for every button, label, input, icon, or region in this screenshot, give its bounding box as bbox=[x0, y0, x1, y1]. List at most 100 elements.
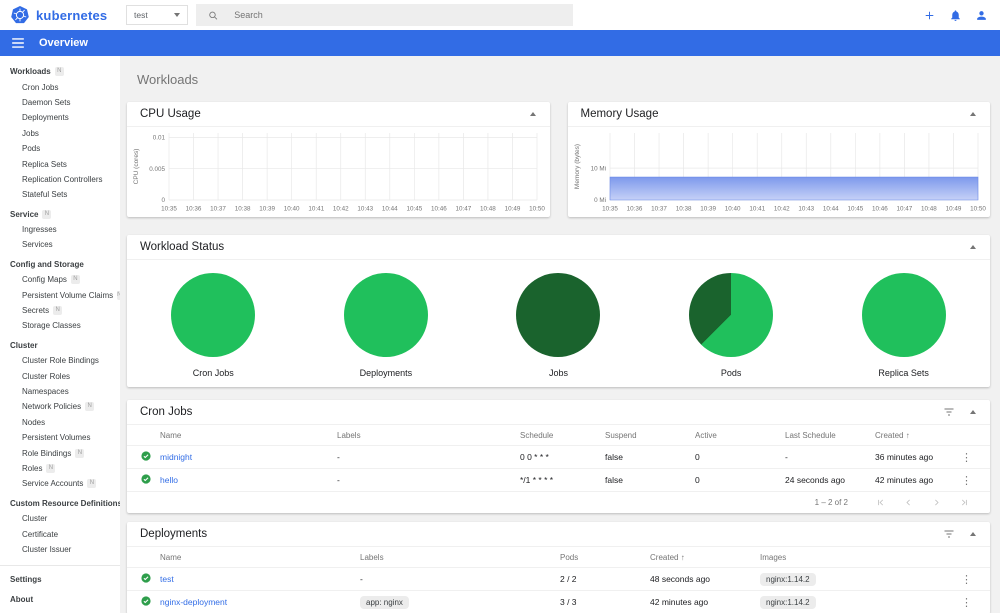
menu-button[interactable] bbox=[11, 37, 25, 49]
pagination-range: 1 – 2 of 2 bbox=[814, 498, 848, 507]
sidebar-item-roles[interactable]: Roles N bbox=[0, 461, 120, 476]
sidebar-item-cluster[interactable]: Cluster bbox=[0, 511, 120, 526]
sidebar-item-daemon-sets[interactable]: Daemon Sets bbox=[0, 95, 120, 110]
chevron-left-icon bbox=[906, 499, 910, 506]
workload-status-item: Cron Jobs bbox=[131, 273, 295, 378]
kebab-menu-icon[interactable]: ⋮ bbox=[957, 452, 976, 464]
add-resource-button[interactable] bbox=[923, 9, 936, 22]
kebab-menu-icon[interactable]: ⋮ bbox=[957, 597, 976, 609]
sidebar-item-nodes[interactable]: Nodes bbox=[0, 415, 120, 430]
kebab-menu-icon[interactable]: ⋮ bbox=[957, 475, 976, 487]
namespaced-badge: N bbox=[53, 306, 63, 316]
last-page-button[interactable] bbox=[955, 498, 974, 507]
sidebar-item-secrets[interactable]: Secrets N bbox=[0, 303, 120, 318]
namespaced-badge: N bbox=[42, 209, 52, 219]
collapse-icon[interactable] bbox=[969, 111, 977, 117]
sidebar-item-label: Storage Classes bbox=[22, 321, 81, 331]
sidebar-item-about[interactable]: About bbox=[0, 592, 120, 607]
status-ok-icon bbox=[141, 451, 151, 461]
sidebar-item-ingresses[interactable]: Ingresses bbox=[0, 222, 120, 237]
sidebar-item-label: Cluster bbox=[22, 514, 48, 524]
sidebar-item-label: Network Policies bbox=[22, 402, 82, 412]
collapse-icon[interactable] bbox=[529, 111, 537, 117]
filter-icon[interactable] bbox=[943, 529, 955, 539]
column-header-schedule[interactable]: Schedule bbox=[520, 431, 605, 440]
previous-page-button[interactable] bbox=[899, 498, 918, 507]
sidebar-item-stateful-sets[interactable]: Stateful Sets bbox=[0, 187, 120, 202]
sidebar-item-deployments[interactable]: Deployments bbox=[0, 110, 120, 125]
sidebar-item-services[interactable]: Services bbox=[0, 237, 120, 252]
sidebar-item-certificate[interactable]: Certificate bbox=[0, 526, 120, 541]
sidebar-item-persistent-volumes[interactable]: Persistent Volumes bbox=[0, 430, 120, 445]
column-header-name[interactable]: Name bbox=[160, 553, 360, 562]
sidebar-item-replica-sets[interactable]: Replica Sets bbox=[0, 156, 120, 171]
column-header-active[interactable]: Active bbox=[695, 431, 785, 440]
first-page-button[interactable] bbox=[871, 498, 890, 507]
column-header-last-schedule[interactable]: Last Schedule bbox=[785, 431, 875, 440]
pie-chart-cron-jobs[interactable] bbox=[171, 273, 256, 357]
sidebar-section-workloads[interactable]: Workloads N bbox=[0, 64, 120, 79]
sidebar-item-label: Stateful Sets bbox=[22, 190, 68, 200]
sidebar-item-storage-classes[interactable]: Storage Classes bbox=[0, 318, 120, 333]
pie-label: Pods bbox=[720, 368, 742, 378]
pie-chart-jobs[interactable] bbox=[516, 273, 601, 357]
collapse-icon[interactable] bbox=[969, 531, 977, 537]
collapse-icon[interactable] bbox=[969, 409, 977, 415]
sidebar-item-network-policies[interactable]: Network Policies N bbox=[0, 399, 120, 414]
sidebar-section-service[interactable]: Service N bbox=[0, 207, 120, 222]
column-header-labels[interactable]: Labels bbox=[337, 431, 520, 440]
kubernetes-logo[interactable]: kubernetes bbox=[10, 5, 122, 25]
sidebar-item-settings[interactable]: Settings bbox=[0, 572, 120, 587]
column-header-created[interactable]: Created ↑ bbox=[875, 431, 950, 440]
sidebar-item-cluster-role-bindings[interactable]: Cluster Role Bindings bbox=[0, 353, 120, 368]
svg-text:10:44: 10:44 bbox=[382, 206, 398, 213]
column-header-images[interactable]: Images bbox=[760, 553, 950, 562]
sidebar-item-namespaces[interactable]: Namespaces bbox=[0, 384, 120, 399]
svg-text:10:50: 10:50 bbox=[529, 206, 545, 213]
active-cell: 0 bbox=[695, 452, 700, 462]
cpu-usage-chart: 10:35 10:36 10:37 10:38 10:39 10:40 10:41 10:42… bbox=[133, 133, 545, 213]
column-header-name[interactable]: Name bbox=[160, 431, 337, 440]
column-header-suspend[interactable]: Suspend bbox=[605, 431, 695, 440]
sidebar-item-persistent-volume-claims[interactable]: Persistent Volume Claims N bbox=[0, 287, 120, 302]
sidebar-item-pods[interactable]: Pods bbox=[0, 141, 120, 156]
images-cell: nginx:1.14.2 bbox=[760, 595, 950, 609]
brand-wordmark: kubernetes bbox=[36, 7, 108, 23]
sidebar-section-custom-resource-definitions[interactable]: Custom Resource Definitions bbox=[0, 496, 120, 511]
sidebar-item-cluster-issuer[interactable]: Cluster Issuer bbox=[0, 542, 120, 557]
resource-link[interactable]: hello bbox=[160, 475, 178, 485]
sidebar-item-replication-controllers[interactable]: Replication Controllers bbox=[0, 172, 120, 187]
account-button[interactable] bbox=[975, 9, 988, 22]
sidebar-item-label: Ingresses bbox=[22, 225, 57, 235]
column-header-created[interactable]: Created ↑ bbox=[650, 553, 760, 562]
kebab-menu-icon[interactable]: ⋮ bbox=[957, 574, 976, 586]
sidebar-item-jobs[interactable]: Jobs bbox=[0, 126, 120, 141]
resource-link[interactable]: test bbox=[160, 574, 174, 584]
column-header-labels[interactable]: Labels bbox=[360, 553, 560, 562]
svg-text:10:45: 10:45 bbox=[406, 206, 422, 213]
pie-chart-pods[interactable] bbox=[689, 273, 774, 357]
svg-text:0.01: 0.01 bbox=[153, 135, 166, 142]
pie-chart-deployments[interactable] bbox=[343, 273, 428, 357]
sidebar-item-service-accounts[interactable]: Service Accounts N bbox=[0, 476, 120, 491]
svg-text:10:39: 10:39 bbox=[259, 206, 275, 213]
resource-link[interactable]: nginx-deployment bbox=[160, 597, 227, 607]
column-header-pods[interactable]: Pods bbox=[560, 553, 650, 562]
search-input[interactable] bbox=[232, 9, 561, 21]
notifications-button[interactable] bbox=[949, 9, 962, 22]
pie-chart-replica-sets[interactable] bbox=[861, 273, 946, 357]
namespace-selector[interactable]: test bbox=[126, 5, 188, 25]
sidebar-section-config-and-storage[interactable]: Config and Storage bbox=[0, 257, 120, 272]
sidebar-item-role-bindings[interactable]: Role Bindings N bbox=[0, 445, 120, 460]
sidebar-item-config-maps[interactable]: Config Maps N bbox=[0, 272, 120, 287]
next-page-button[interactable] bbox=[927, 498, 946, 507]
sidebar-item-cron-jobs[interactable]: Cron Jobs bbox=[0, 79, 120, 94]
resource-link[interactable]: midnight bbox=[160, 452, 192, 462]
collapse-icon[interactable] bbox=[969, 244, 977, 250]
sidebar-item-cluster-roles[interactable]: Cluster Roles bbox=[0, 368, 120, 383]
filter-icon[interactable] bbox=[943, 407, 955, 417]
status-cell bbox=[141, 573, 160, 585]
sidebar-section-cluster[interactable]: Cluster bbox=[0, 338, 120, 353]
created-cell: 42 minutes ago bbox=[650, 597, 760, 607]
sidebar-item-label: Secrets bbox=[22, 306, 50, 316]
